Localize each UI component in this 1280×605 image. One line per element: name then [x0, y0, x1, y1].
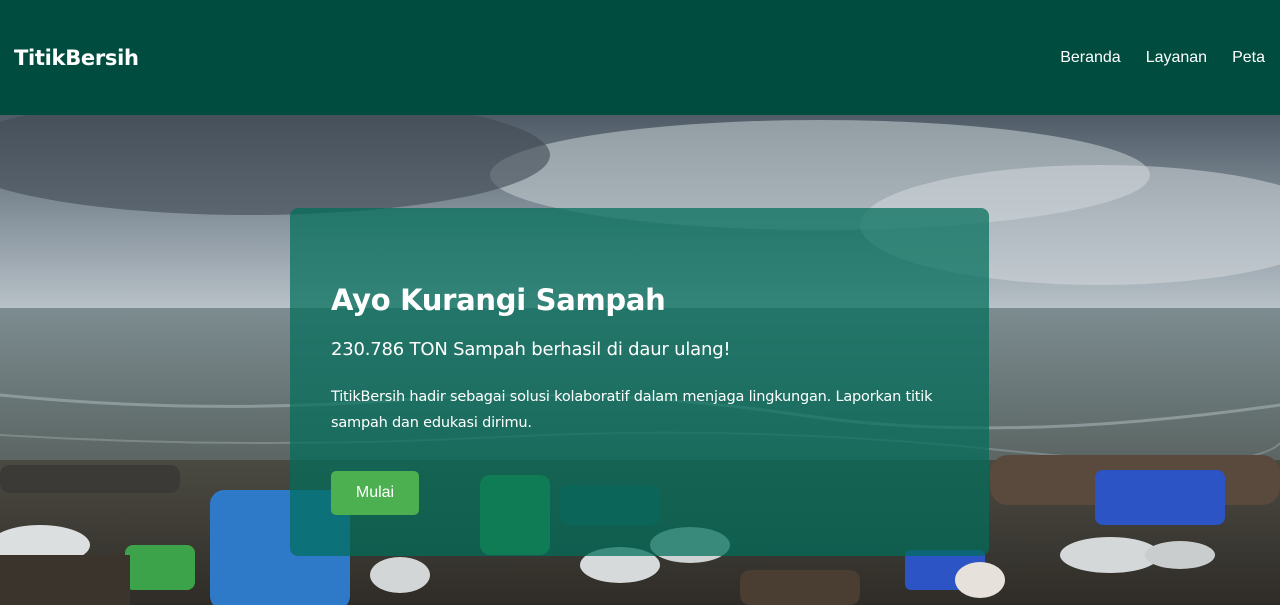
navbar: TitikBersih Beranda Layanan Peta: [0, 0, 1280, 115]
nav-link-peta[interactable]: Peta: [1232, 49, 1265, 67]
start-button[interactable]: Mulai: [331, 471, 419, 515]
hero-description: TitikBersih hadir sebagai solusi kolabor…: [331, 389, 933, 431]
nav-link-beranda[interactable]: Beranda: [1060, 49, 1121, 67]
hero-title: Ayo Kurangi Sampah: [331, 283, 666, 317]
nav-menu: Beranda Layanan Peta: [1060, 49, 1265, 67]
brand-logo[interactable]: TitikBersih: [14, 46, 139, 70]
hero-card: Ayo Kurangi Sampah 230.786 TON Sampah be…: [290, 208, 989, 556]
nav-link-layanan[interactable]: Layanan: [1146, 49, 1207, 67]
hero-subtitle: 230.786 TON Sampah berhasil di daur ulan…: [331, 339, 731, 360]
hero-section: Ayo Kurangi Sampah 230.786 TON Sampah be…: [0, 115, 1280, 605]
